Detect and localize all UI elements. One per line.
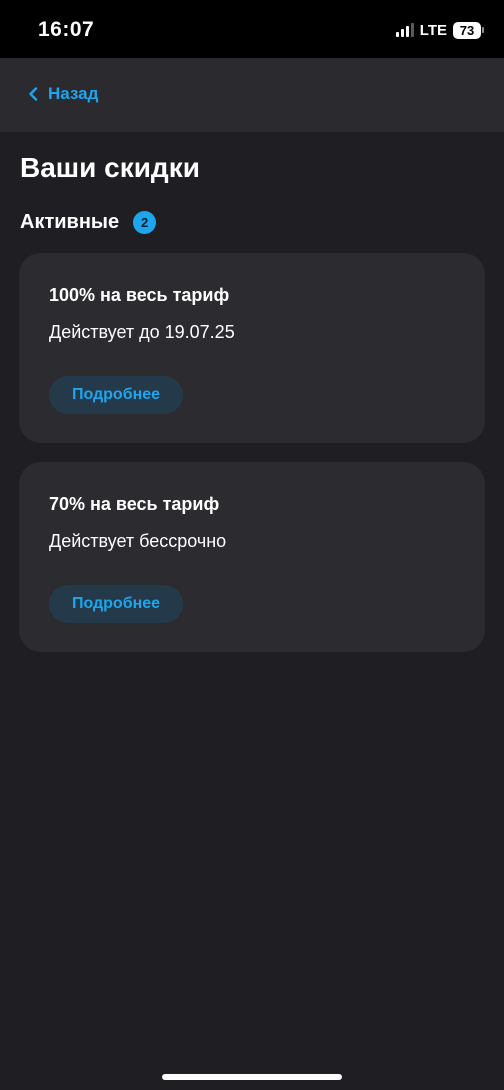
- details-button[interactable]: Подробнее: [49, 376, 183, 414]
- discount-title: 100% на весь тариф: [49, 285, 230, 305]
- discount-title: 70% на весь тариф: [49, 494, 220, 514]
- back-label: Назад: [48, 84, 99, 103]
- discount-validity: Действует бессрочно: [49, 531, 227, 551]
- battery-level: 73: [453, 21, 481, 39]
- discount-card: 100% на весь тариф Действует до 19.07.25…: [19, 253, 485, 443]
- back-button[interactable]: Назад: [28, 84, 98, 104]
- status-time: 16:07: [38, 18, 95, 41]
- status-indicators: LTE 73: [395, 20, 484, 40]
- signal-icon: [395, 23, 414, 37]
- discount-card: 70% на весь тариф Действует бессрочно По…: [19, 462, 485, 652]
- network-type: LTE: [419, 21, 447, 39]
- navigation-bar: Назад: [0, 58, 504, 132]
- section-header: Активные 2: [20, 211, 157, 234]
- count-badge: 2: [133, 211, 157, 234]
- page-title: Ваши скидки: [20, 152, 200, 183]
- home-indicator[interactable]: [162, 1074, 342, 1080]
- section-title: Активные: [20, 211, 120, 233]
- discount-validity: Действует до 19.07.25: [49, 322, 235, 342]
- chevron-left-icon: [29, 87, 38, 101]
- battery-icon: 73: [453, 21, 484, 39]
- details-button[interactable]: Подробнее: [49, 585, 183, 623]
- status-bar: 16:07 LTE 73: [0, 0, 504, 58]
